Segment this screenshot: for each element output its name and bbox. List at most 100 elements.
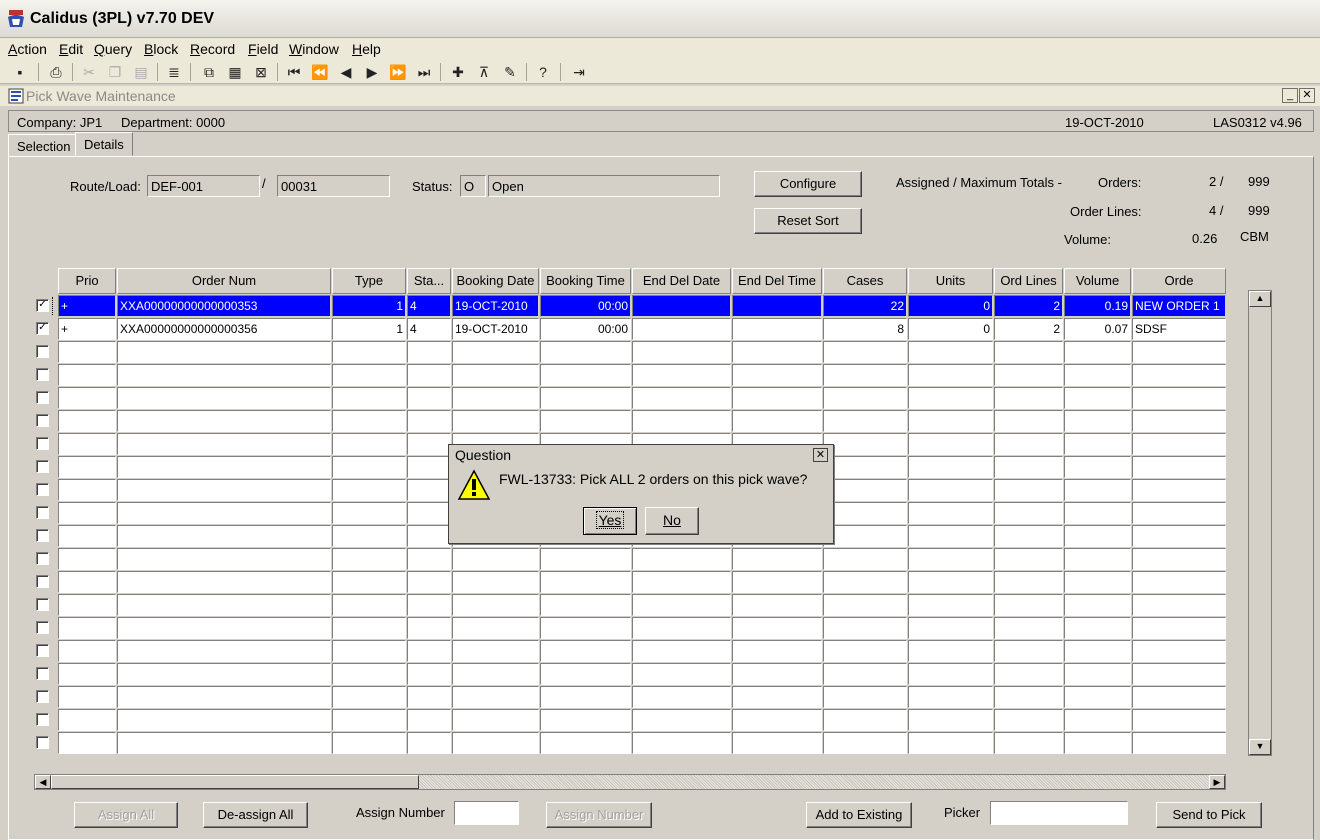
empty-grid-cell[interactable]: [994, 571, 1063, 593]
grid-cell-order-num[interactable]: XXA00000000000000353: [117, 295, 331, 317]
empty-grid-cell[interactable]: [823, 686, 907, 708]
empty-grid-cell[interactable]: [540, 709, 631, 731]
empty-grid-cell[interactable]: [117, 571, 331, 593]
empty-grid-cell[interactable]: [732, 341, 822, 363]
empty-grid-cell[interactable]: [332, 548, 406, 570]
grid-cell-order-desc[interactable]: NEW ORDER 1: [1132, 295, 1226, 317]
empty-grid-cell[interactable]: [1132, 502, 1226, 524]
empty-grid-cell[interactable]: [540, 571, 631, 593]
column-header-status[interactable]: Sta...: [407, 268, 451, 294]
empty-grid-cell[interactable]: [332, 640, 406, 662]
empty-grid-cell[interactable]: [732, 732, 822, 754]
empty-grid-cell[interactable]: [632, 709, 731, 731]
empty-grid-cell[interactable]: [407, 341, 451, 363]
empty-grid-cell[interactable]: [823, 663, 907, 685]
empty-grid-cell[interactable]: [632, 640, 731, 662]
empty-grid-cell[interactable]: [908, 502, 993, 524]
scroll-right-icon[interactable]: ▶: [1209, 775, 1225, 789]
column-header-order-desc[interactable]: Orde: [1132, 268, 1226, 294]
grid-cell-order-desc[interactable]: SDSF: [1132, 318, 1226, 340]
empty-grid-cell[interactable]: [1132, 594, 1226, 616]
empty-grid-cell[interactable]: [58, 594, 116, 616]
empty-grid-cell[interactable]: [1064, 433, 1131, 455]
empty-grid-cell[interactable]: [908, 709, 993, 731]
empty-grid-cell[interactable]: [732, 410, 822, 432]
empty-grid-cell[interactable]: [732, 709, 822, 731]
empty-grid-cell[interactable]: [732, 640, 822, 662]
empty-grid-cell[interactable]: [994, 410, 1063, 432]
grid-cell-end-del-time[interactable]: [732, 318, 822, 340]
column-header-type[interactable]: Type: [332, 268, 406, 294]
empty-grid-cell[interactable]: [994, 640, 1063, 662]
grid-cell-prio[interactable]: +: [58, 318, 116, 340]
row-checkbox[interactable]: [36, 391, 49, 404]
column-header-booking-time[interactable]: Booking Time: [540, 268, 631, 294]
row-checkbox[interactable]: ✓: [36, 322, 49, 335]
column-header-cases[interactable]: Cases: [823, 268, 907, 294]
empty-grid-cell[interactable]: [732, 548, 822, 570]
grid-cell-end-del-time[interactable]: [732, 295, 822, 317]
row-checkbox[interactable]: [36, 621, 49, 634]
empty-grid-cell[interactable]: [732, 387, 822, 409]
empty-grid-cell[interactable]: [994, 548, 1063, 570]
empty-grid-cell[interactable]: [994, 594, 1063, 616]
empty-grid-cell[interactable]: [1064, 617, 1131, 639]
column-header-volume[interactable]: Volume: [1064, 268, 1131, 294]
grid-cell-cases[interactable]: 22: [823, 295, 907, 317]
add-to-existing-button[interactable]: Add to Existing: [806, 802, 912, 828]
empty-grid-cell[interactable]: [1064, 410, 1131, 432]
menu-record[interactable]: Record: [190, 41, 235, 57]
menu-field[interactable]: Field: [248, 41, 278, 57]
empty-grid-cell[interactable]: [823, 548, 907, 570]
empty-grid-cell[interactable]: [1064, 640, 1131, 662]
empty-grid-cell[interactable]: [823, 502, 907, 524]
empty-grid-cell[interactable]: [452, 686, 539, 708]
empty-grid-cell[interactable]: [823, 364, 907, 386]
empty-grid-cell[interactable]: [407, 732, 451, 754]
empty-grid-cell[interactable]: [1064, 387, 1131, 409]
empty-grid-cell[interactable]: [1064, 364, 1131, 386]
empty-grid-cell[interactable]: [1132, 617, 1226, 639]
empty-grid-cell[interactable]: [632, 732, 731, 754]
assign-number-input[interactable]: [454, 801, 519, 825]
grid-cell-ord-lines[interactable]: 2: [994, 318, 1063, 340]
row-checkbox[interactable]: [36, 368, 49, 381]
column-header-end-del-date[interactable]: End Del Date: [632, 268, 731, 294]
grid-cell-units[interactable]: 0: [908, 318, 993, 340]
empty-grid-cell[interactable]: [452, 732, 539, 754]
empty-grid-cell[interactable]: [117, 502, 331, 524]
empty-grid-cell[interactable]: [823, 479, 907, 501]
empty-grid-cell[interactable]: [823, 571, 907, 593]
empty-grid-cell[interactable]: [1064, 479, 1131, 501]
empty-grid-cell[interactable]: [540, 548, 631, 570]
vertical-scrollbar[interactable]: ▲ ▼: [1248, 290, 1272, 756]
previous-block-icon[interactable]: ⏪: [309, 62, 331, 82]
empty-grid-cell[interactable]: [632, 594, 731, 616]
empty-grid-cell[interactable]: [908, 732, 993, 754]
row-checkbox[interactable]: [36, 345, 49, 358]
empty-grid-cell[interactable]: [1132, 387, 1226, 409]
empty-grid-cell[interactable]: [58, 640, 116, 662]
row-checkbox[interactable]: ✓: [36, 299, 49, 312]
save-icon[interactable]: ▪: [9, 62, 31, 82]
empty-grid-cell[interactable]: [632, 410, 731, 432]
assign-all-button[interactable]: Assign All: [74, 802, 178, 828]
empty-grid-cell[interactable]: [1132, 709, 1226, 731]
empty-grid-cell[interactable]: [823, 732, 907, 754]
reset-sort-button[interactable]: Reset Sort: [754, 208, 862, 234]
empty-grid-cell[interactable]: [58, 433, 116, 455]
empty-grid-cell[interactable]: [908, 433, 993, 455]
tab-details[interactable]: Details: [75, 132, 133, 156]
empty-grid-cell[interactable]: [994, 525, 1063, 547]
empty-grid-cell[interactable]: [1132, 410, 1226, 432]
no-button[interactable]: No: [645, 507, 699, 535]
row-checkbox[interactable]: [36, 690, 49, 703]
empty-grid-cell[interactable]: [994, 663, 1063, 685]
menu-query[interactable]: Query: [94, 41, 132, 57]
column-header-prio[interactable]: Prio: [58, 268, 116, 294]
empty-grid-cell[interactable]: [732, 686, 822, 708]
grid-cell-prio[interactable]: +: [58, 295, 116, 317]
grid-cell-type[interactable]: 1: [332, 295, 406, 317]
empty-grid-cell[interactable]: [332, 364, 406, 386]
empty-grid-cell[interactable]: [407, 709, 451, 731]
